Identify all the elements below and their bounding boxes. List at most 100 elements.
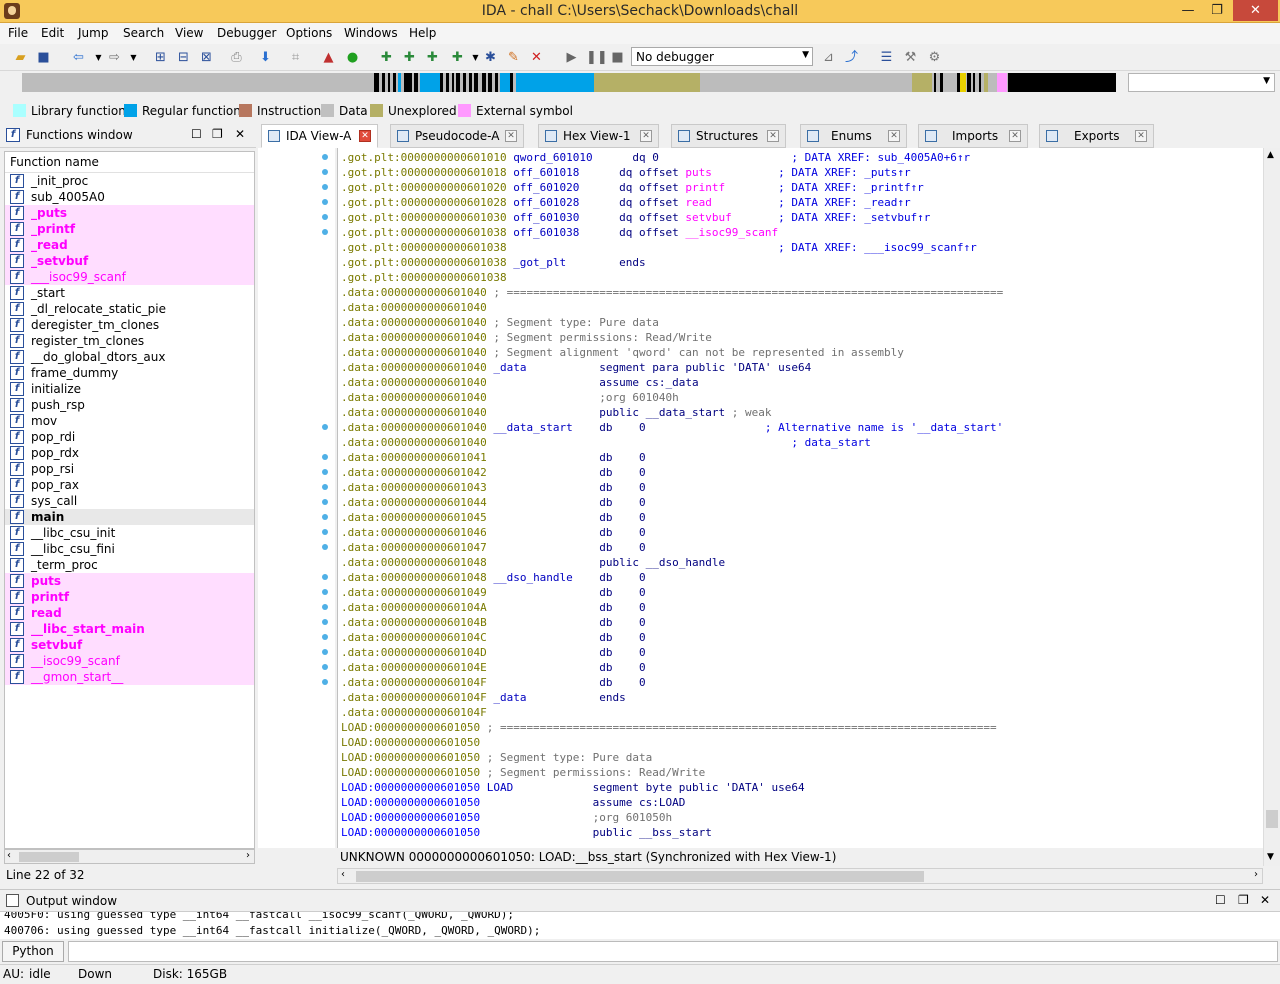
disasm-line[interactable]: .data:0000000000601040 ; data_start [341,435,871,450]
menu-debugger[interactable]: Debugger [217,26,276,40]
attach-process-icon[interactable]: ⊿ [820,49,837,66]
stop-icon[interactable]: ■ [609,49,626,66]
disasm-line[interactable]: .data:0000000000601040 _data segment par… [341,360,811,375]
function-row[interactable]: f printf [5,589,254,605]
tab-close-icon[interactable]: ✕ [888,130,900,142]
function-row[interactable]: f deregister_tm_clones [5,317,254,333]
detach-process-icon[interactable]: ⤴ [843,49,860,66]
create-function-icon[interactable]: ✚ [378,49,395,66]
function-row[interactable]: f __libc_csu_init [5,525,254,541]
horizontal-scroll-thumb[interactable] [356,871,924,882]
function-row[interactable]: f _setvbuf [5,253,254,269]
functions-scroll-thumb[interactable] [19,852,79,862]
disasm-line[interactable]: .data:0000000000601040 ; ===============… [341,285,1003,300]
function-row[interactable]: f _init_proc [5,173,254,189]
trace-options-icon[interactable]: ⚙ [926,49,943,66]
disasm-line[interactable]: .data:000000000060104F [341,705,487,720]
function-row[interactable]: f sub_4005A0 [5,189,254,205]
function-row[interactable]: f _term_proc [5,557,254,573]
disasm-line[interactable]: .data:0000000000601040 ; Segment permiss… [341,330,712,345]
tracing-icon[interactable]: ⚒ [902,49,919,66]
disasm-line[interactable]: .data:000000000060104D db 0 [341,645,646,660]
disassembly-view[interactable]: .got.plt:0000000000601010 qword_601010 d… [337,148,1263,848]
tab-structures[interactable]: Structures ✕ [671,124,786,148]
create-enum-icon[interactable]: ✚ [449,49,466,66]
panel-float-icon[interactable]: ❐ [1238,893,1249,907]
menu-view[interactable]: View [175,26,203,40]
function-row[interactable]: f setvbuf [5,637,254,653]
menu-help[interactable]: Help [409,26,436,40]
back-dropdown-icon[interactable]: ▼ [90,49,107,66]
disasm-line[interactable]: .got.plt:0000000000601010 qword_601010 d… [341,150,970,165]
edit-icon[interactable]: ✎ [505,49,522,66]
scroll-right-icon[interactable]: › [1254,869,1258,880]
menu-windows[interactable]: Windows [344,26,398,40]
warning-icon[interactable]: ▲ [320,49,337,66]
function-row[interactable]: f __do_global_dtors_aux [5,349,254,365]
disasm-line[interactable]: .data:0000000000601043 db 0 [341,480,646,495]
disasm-line[interactable]: .data:0000000000601040 ; Segment alignme… [341,345,904,360]
disasm-line[interactable]: .data:0000000000601046 db 0 [341,525,646,540]
scroll-left-icon[interactable]: ‹ [341,869,345,880]
disasm-line[interactable]: .data:0000000000601041 db 0 [341,450,646,465]
function-row[interactable]: f initialize [5,381,254,397]
disasm-line[interactable]: .data:000000000060104F db 0 [341,675,646,690]
back-arrow-icon[interactable]: ⇦ [70,49,87,66]
function-row[interactable]: f _printf [5,221,254,237]
disasm-line[interactable]: .data:0000000000601048 public __dso_hand… [341,555,725,570]
disasm-line[interactable]: LOAD:0000000000601050 assume cs:LOAD [341,795,685,810]
vertical-scroll-thumb[interactable] [1266,810,1278,828]
disasm-line[interactable]: .data:0000000000601049 db 0 [341,585,646,600]
disasm-line[interactable]: .data:0000000000601040 ;org 601040h [341,390,679,405]
disasm-line[interactable]: LOAD:0000000000601050 ; Segment permissi… [341,765,705,780]
menu-options[interactable]: Options [286,26,332,40]
disasm-line[interactable]: .data:000000000060104C db 0 [341,630,646,645]
function-row[interactable]: f register_tm_clones [5,333,254,349]
tab-close-icon[interactable]: ✕ [1135,130,1147,142]
disasm-line[interactable]: .data:0000000000601048 __dso_handle db 0 [341,570,646,585]
tab-close-icon[interactable]: ✕ [767,130,779,142]
panel-restore-icon[interactable]: ☐ [1215,893,1226,907]
scroll-down-icon[interactable]: ▼ [1267,852,1274,862]
tab-ida-view-a[interactable]: IDA View-A ✕ [261,124,378,148]
panel-restore-icon[interactable]: ☐ [191,127,202,141]
function-row[interactable]: f __libc_csu_fini [5,541,254,557]
save-icon[interactable]: ■ [35,49,52,66]
function-row[interactable]: f main [5,509,254,525]
disasm-line[interactable]: .data:0000000000601045 db 0 [341,510,646,525]
open-folder-icon[interactable]: ▰ [12,49,29,66]
scroll-right-icon[interactable]: › [246,850,250,861]
disasm-line[interactable]: .got.plt:0000000000601038 ; DATA XREF: _… [341,240,977,255]
disasm-line[interactable]: .data:0000000000601040 ; Segment type: P… [341,315,659,330]
debugger-select[interactable]: No debugger ▼ [631,47,813,66]
tab-hex-view-1[interactable]: Hex View-1 ✕ [538,124,659,148]
close-button[interactable]: ✕ [1233,0,1278,21]
function-row[interactable]: f push_rsp [5,397,254,413]
disasm-line[interactable]: .got.plt:0000000000601038 _got_plt ends [341,255,646,270]
disasm-line[interactable]: LOAD:0000000000601050 LOAD segment byte … [341,780,805,795]
minimize-button[interactable]: — [1175,0,1201,21]
function-row[interactable]: f frame_dummy [5,365,254,381]
print-icon[interactable]: ⎙ [228,49,245,66]
function-row[interactable]: f sys_call [5,493,254,509]
disasm-line[interactable]: LOAD:0000000000601050 [341,735,480,750]
tab-close-icon[interactable]: ✕ [359,130,371,142]
function-row[interactable]: f read [5,605,254,621]
function-row[interactable]: f _start [5,285,254,301]
disasm-line[interactable]: LOAD:0000000000601050 ; ================… [341,720,997,735]
tab-pseudocode-a[interactable]: Pseudocode-A ✕ [390,124,524,148]
scroll-left-icon[interactable]: ‹ [7,850,11,861]
function-row[interactable]: f pop_rdi [5,429,254,445]
disasm-line[interactable]: .got.plt:0000000000601028 off_601028 dq … [341,195,911,210]
breakpoint-list-icon[interactable]: ☰ [878,49,895,66]
disasm-line[interactable]: LOAD:0000000000601050 public __bss_start [341,825,712,840]
menu-edit[interactable]: Edit [41,26,64,40]
disasm-line[interactable]: .data:0000000000601040 public __data_sta… [341,405,772,420]
menu-search[interactable]: Search [123,26,164,40]
function-row[interactable]: f __gmon_start__ [5,669,254,685]
panel-close-icon[interactable]: ✕ [1260,893,1270,907]
external-symbol-ref[interactable]: puts [685,166,778,179]
tab-exports[interactable]: Exports ✕ [1039,124,1154,148]
function-row[interactable]: f pop_rsi [5,461,254,477]
function-row[interactable]: f pop_rax [5,477,254,493]
